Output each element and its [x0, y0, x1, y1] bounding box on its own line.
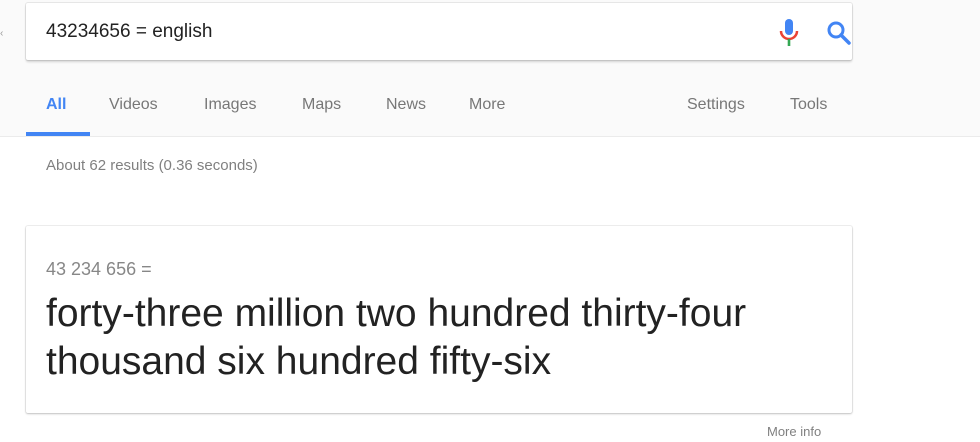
more-info-link[interactable]: More info [767, 424, 821, 439]
search-box[interactable] [26, 3, 852, 60]
answer-card: 43 234 656 = forty-three million two hun… [26, 226, 852, 413]
search-results-page: ‹ All Videos Images Maps News More Setti… [0, 0, 980, 442]
search-tabs: All Videos Images Maps News More Setting… [0, 90, 980, 137]
tab-images[interactable]: Images [204, 96, 256, 114]
answer-words: forty-three million two hundred thirty-f… [46, 292, 747, 383]
back-arrow-icon[interactable]: ‹ [0, 28, 5, 39]
tab-maps[interactable]: Maps [302, 96, 341, 114]
tab-all[interactable]: All [46, 96, 66, 114]
tab-settings[interactable]: Settings [687, 96, 745, 114]
microphone-icon[interactable] [776, 18, 802, 48]
header: ‹ All Videos Images Maps News More Setti… [0, 0, 980, 137]
result-stats: About 62 results (0.36 seconds) [46, 157, 258, 174]
search-input[interactable] [46, 17, 726, 47]
tab-tools[interactable]: Tools [790, 96, 827, 114]
search-icon[interactable] [826, 20, 852, 46]
active-tab-indicator [26, 132, 90, 136]
answer-equation: 43 234 656 = [46, 259, 152, 279]
tab-videos[interactable]: Videos [109, 96, 158, 114]
tab-more[interactable]: More [469, 96, 505, 114]
tab-news[interactable]: News [386, 96, 426, 114]
